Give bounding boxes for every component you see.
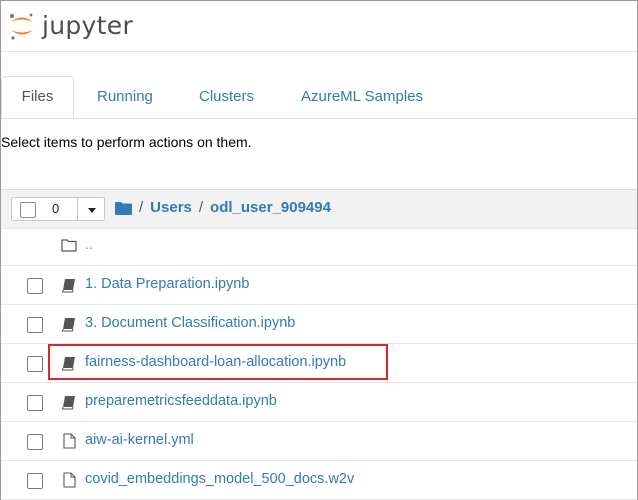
row-checkbox[interactable] <box>27 317 43 333</box>
tab-files[interactable]: Files <box>1 76 74 118</box>
file-icon <box>63 472 76 488</box>
breadcrumb-user-folder[interactable]: odl_user_909494 <box>210 199 331 216</box>
notebook-icon <box>61 396 75 410</box>
instructions-text: Select items to perform actions on them. <box>1 134 252 150</box>
tab-azureml-samples[interactable]: AzureML Samples <box>301 76 423 118</box>
file-name[interactable]: covid_embeddings_model_500_docs.w2v <box>85 471 354 487</box>
tab-running[interactable]: Running <box>97 76 153 118</box>
file-name[interactable]: 3. Document Classification.ipynb <box>85 315 295 331</box>
table-row[interactable]: 3. Document Classification.ipynb <box>1 305 637 344</box>
breadcrumb-separator: / <box>139 199 144 216</box>
notebook-icon <box>61 318 75 332</box>
tab-bar: Files Running Clusters AzureML Samples <box>1 76 637 119</box>
breadcrumb: / Users / odl_user_909494 <box>115 199 331 216</box>
divider <box>77 197 78 221</box>
row-checkbox[interactable] <box>27 434 43 450</box>
chevron-down-icon[interactable] <box>88 208 96 213</box>
table-row[interactable]: preparemetricsfeeddata.ipynb <box>1 383 637 422</box>
row-checkbox[interactable] <box>27 356 43 372</box>
header: jupyter <box>1 1 637 52</box>
breadcrumb-separator: / <box>198 199 204 216</box>
row-checkbox[interactable] <box>27 395 43 411</box>
tab-clusters[interactable]: Clusters <box>199 76 254 118</box>
logo-text: jupyter <box>42 10 134 40</box>
highlight-box <box>48 344 388 380</box>
jupyter-logo[interactable]: jupyter <box>8 9 133 43</box>
file-name[interactable]: .. <box>85 237 93 253</box>
breadcrumb-users[interactable]: Users <box>150 199 192 216</box>
folder-icon[interactable] <box>115 201 132 215</box>
selected-count: 0 <box>52 201 60 216</box>
file-name[interactable]: aiw-ai-kernel.yml <box>85 432 194 448</box>
list-item[interactable]: .. <box>1 227 637 266</box>
table-row[interactable]: 1. Data Preparation.ipynb <box>1 266 637 305</box>
notebook-icon <box>61 279 75 293</box>
file-name[interactable]: 1. Data Preparation.ipynb <box>85 276 249 292</box>
row-checkbox[interactable] <box>27 278 43 294</box>
file-name[interactable]: preparemetricsfeeddata.ipynb <box>85 393 277 409</box>
table-row[interactable]: aiw-ai-kernel.yml <box>1 422 637 461</box>
file-list-header: 0 / Users / odl_user_909494 <box>1 189 637 229</box>
jupyter-logo-icon <box>10 13 33 40</box>
select-all-checkbox[interactable] <box>20 202 36 218</box>
row-checkbox[interactable] <box>27 473 43 489</box>
select-all-button[interactable]: 0 <box>11 197 105 221</box>
table-row[interactable]: covid_embeddings_model_500_docs.w2v <box>1 461 637 500</box>
folder-open-icon <box>61 239 77 252</box>
file-icon <box>63 433 76 449</box>
